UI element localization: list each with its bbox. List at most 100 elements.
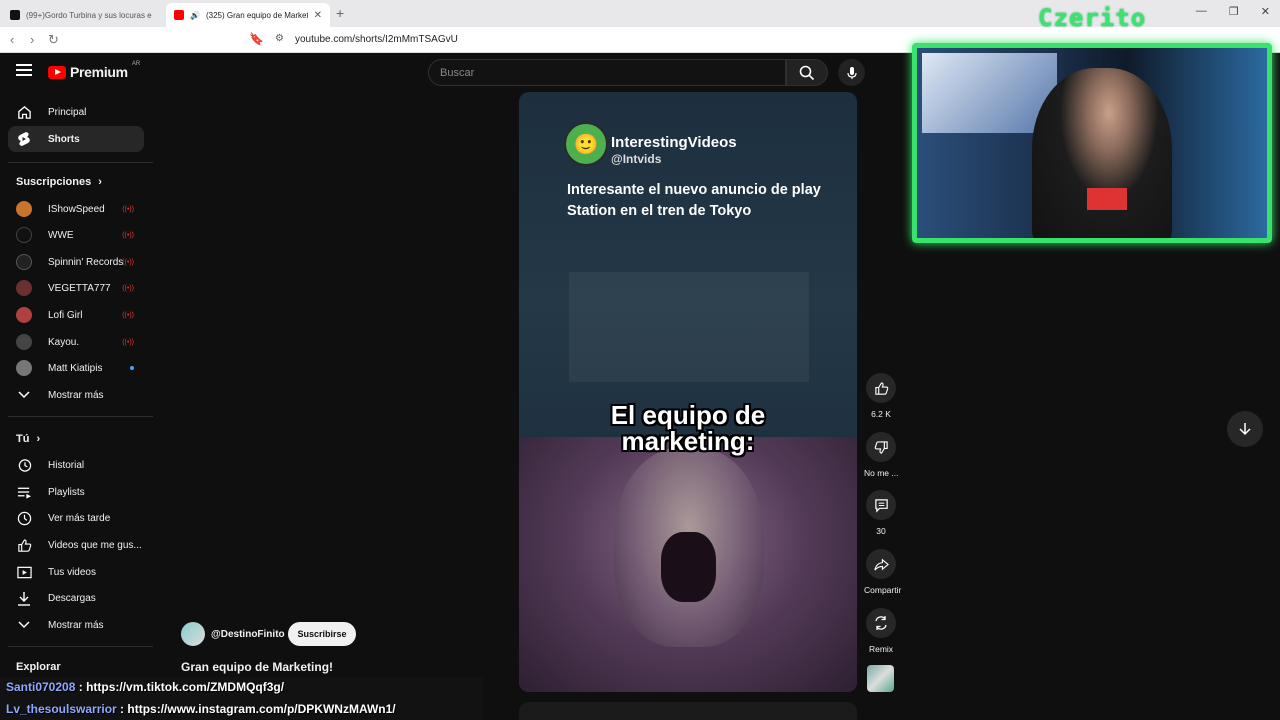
dislike-label: No me ...	[864, 468, 899, 478]
dislike-button[interactable]	[866, 432, 896, 462]
video-caption: Interesante el nuevo anuncio de play Sta…	[567, 182, 821, 219]
sidebar-item-label: Ver más tarde	[48, 512, 111, 524]
avatar	[16, 254, 32, 270]
site-info-icon[interactable]: ⚙	[275, 33, 284, 44]
sidebar-item-lofi-girl[interactable]: Lofi Girl ((•))	[8, 302, 144, 328]
meme-text: El equipo de marketing:	[519, 402, 857, 454]
streamer-name: Czerito	[1038, 4, 1147, 32]
comment-icon	[874, 498, 888, 513]
forward-icon[interactable]: ›	[30, 32, 34, 47]
avatar	[16, 307, 32, 323]
sidebar-item-shorts[interactable]: Shorts	[8, 126, 144, 152]
live-icon: ((•))	[122, 284, 134, 292]
webcam-overlay	[912, 43, 1272, 243]
sound-thumbnail[interactable]	[867, 665, 894, 692]
divider	[8, 416, 153, 417]
next-short-button[interactable]	[1227, 411, 1263, 447]
sidebar-item-label: VEGETTA777	[48, 282, 111, 294]
sidebar-item-wwe[interactable]: WWE ((•))	[8, 222, 144, 248]
live-icon: ((•))	[122, 231, 134, 239]
share-button[interactable]	[866, 549, 896, 579]
divider	[8, 646, 153, 647]
sidebar-item-label: Historial	[48, 459, 85, 471]
sidebar-item-ver-mas-tarde[interactable]: Ver más tarde	[8, 505, 144, 531]
close-tab-icon[interactable]: ✕	[314, 10, 322, 21]
sidebar-item-playlists[interactable]: Playlists	[8, 479, 144, 505]
thumbs-up-icon	[874, 381, 888, 395]
sidebar-item-label: Descargas	[48, 592, 96, 604]
sidebar-item-descargas[interactable]: Descargas	[8, 585, 144, 611]
like-count: 6.2 K	[871, 409, 891, 419]
close-window-icon[interactable]: ✕	[1261, 5, 1270, 18]
like-button[interactable]	[866, 373, 896, 403]
history-icon	[16, 457, 32, 473]
sidebar-item-label: IShowSpeed	[48, 203, 105, 215]
channel-avatar-wrap	[16, 227, 32, 243]
sidebar-item-kayou[interactable]: Kayou. ((•))	[8, 329, 144, 355]
sidebar-item-label: Principal	[48, 106, 87, 118]
restore-icon[interactable]: ❐	[1229, 5, 1239, 18]
sidebar-item-historial[interactable]: Historial	[8, 452, 144, 478]
subscriptions-title: Suscripciones	[16, 176, 92, 188]
clock-icon	[16, 510, 32, 526]
remix-button[interactable]	[866, 608, 896, 638]
channel-avatar-wrap	[16, 334, 32, 350]
chat-message: Santi070208 : https://vm.tiktok.com/ZMDM…	[6, 680, 284, 694]
browser-tab-tiktok[interactable]: (99+)Gordo Turbina y sus locuras en	[2, 3, 160, 27]
channel-avatar-wrap	[16, 360, 32, 376]
menu-icon[interactable]	[16, 64, 32, 80]
back-icon[interactable]: ‹	[10, 32, 14, 47]
webcam-streamer	[1032, 68, 1172, 238]
live-icon: ((•))	[122, 205, 134, 213]
chevron-down-icon	[16, 387, 32, 403]
tab-title: (99+)Gordo Turbina y sus locuras en	[26, 10, 152, 20]
sidebar-show-more-you[interactable]: Mostrar más	[8, 612, 144, 638]
next-short-preview[interactable]	[519, 702, 857, 720]
sidebar-item-spinnin-records[interactable]: Spinnin' Records ((•))	[8, 249, 144, 275]
youtube-premium-logo[interactable]: Premium AR	[48, 61, 140, 80]
video-background	[569, 272, 809, 382]
sidebar-item-principal[interactable]: Principal	[8, 99, 144, 125]
sidebar-item-tus-videos[interactable]: Tus videos	[8, 559, 144, 585]
avatar	[16, 227, 32, 243]
sidebar-item-ishowspeed[interactable]: IShowSpeed ((•))	[8, 196, 144, 222]
reload-icon[interactable]: ↻	[48, 32, 59, 48]
sidebar-item-label: Tus videos	[48, 566, 96, 578]
divider	[8, 162, 153, 163]
url-field[interactable]: youtube.com/shorts/I2mMmTSAGvU	[295, 34, 458, 45]
subscriptions-header[interactable]: Suscripciones ›	[16, 176, 102, 188]
channel-avatar[interactable]	[181, 622, 205, 646]
search-button[interactable]	[786, 59, 828, 86]
download-icon	[16, 590, 32, 606]
channel-avatar-wrap	[16, 201, 32, 217]
subscribe-button[interactable]: Suscribirse	[288, 622, 356, 646]
minimize-icon[interactable]: —	[1196, 5, 1207, 18]
chat-overlay: Santi070208 : https://vm.tiktok.com/ZMDM…	[0, 677, 483, 720]
channel-avatar-wrap	[16, 254, 32, 270]
you-header[interactable]: Tú ›	[16, 433, 40, 445]
channel-name[interactable]: @DestinoFinito	[211, 629, 285, 640]
bookmark-icon[interactable]: 🔖	[249, 32, 264, 46]
thumbs-down-icon	[874, 440, 888, 454]
sidebar-item-vegetta777[interactable]: VEGETTA777 ((•))	[8, 275, 144, 301]
video-channel-avatar: 🙂	[564, 122, 608, 166]
playlist-icon	[16, 484, 32, 500]
logo-text: Premium	[70, 64, 128, 80]
sidebar-item-label: Shorts	[48, 133, 80, 145]
search-icon	[799, 65, 815, 80]
browser-tab-youtube[interactable]: 🔊 (325) Gran equipo de Marketi ✕	[166, 3, 330, 27]
comments-button[interactable]	[866, 490, 896, 520]
sidebar-show-more-subs[interactable]: Mostrar más	[8, 382, 144, 408]
sidebar-item-liked-videos[interactable]: Videos que me gus...	[8, 532, 144, 558]
meme-line-2: marketing:	[621, 426, 755, 456]
short-video-player[interactable]: 🙂 InterestingVideos @Intvids Interesante…	[519, 92, 857, 692]
you-title: Tú	[16, 433, 30, 445]
sidebar-item-matt-kiatipis[interactable]: Matt Kiatipis	[8, 355, 144, 381]
video-channel-name: InterestingVideos	[611, 134, 737, 151]
new-tab-button[interactable]: +	[336, 5, 344, 21]
voice-search-button[interactable]	[838, 59, 865, 86]
avatar	[16, 360, 32, 376]
chat-username: Santi070208	[6, 680, 76, 694]
remix-action: Remix	[864, 608, 898, 654]
search-input[interactable]: Buscar	[428, 59, 786, 86]
